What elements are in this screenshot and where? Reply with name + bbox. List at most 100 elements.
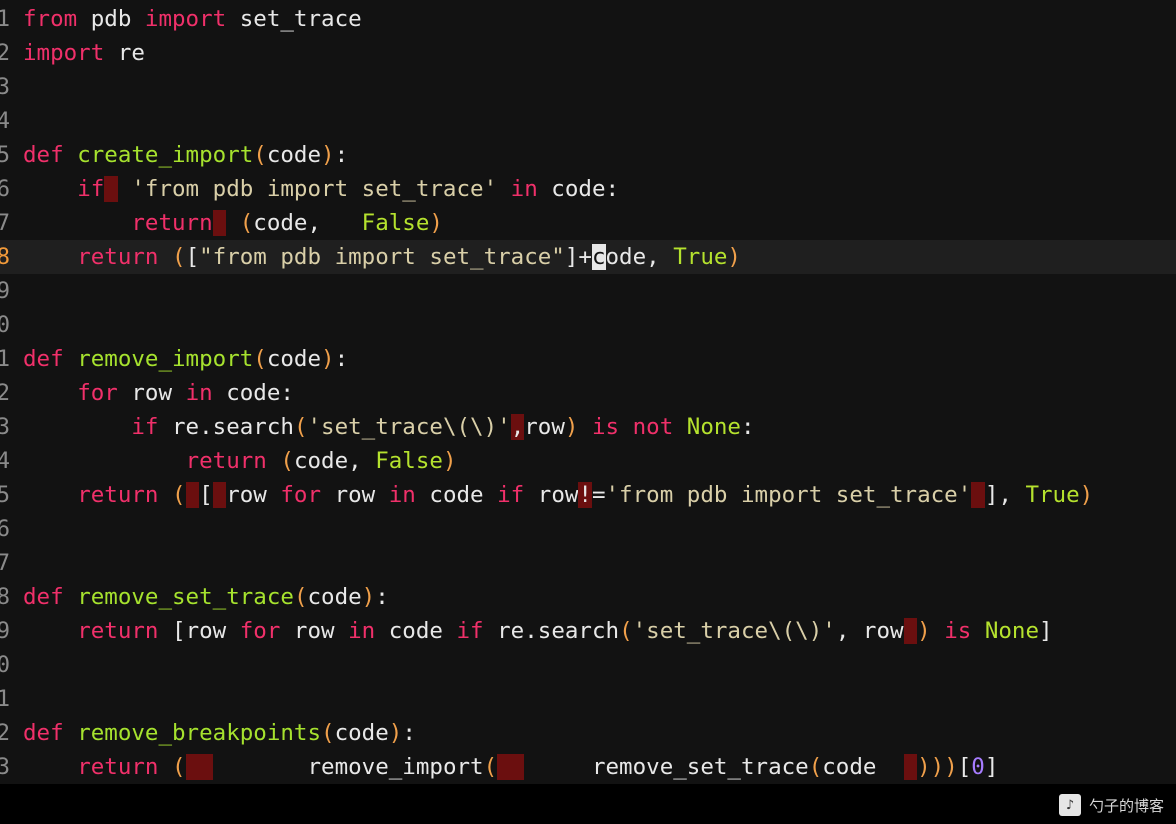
code-token: set_trace (226, 6, 362, 32)
code-token: : (740, 414, 755, 440)
code-line[interactable]: 3 if re.search('set_trace\(\)',row) is n… (0, 410, 1176, 444)
code-token: = (591, 482, 606, 508)
code-token: return (77, 244, 159, 270)
code-token: + (578, 244, 592, 270)
code-line[interactable]: 8 return (["from pdb import set_trace"]+… (0, 240, 1176, 274)
line-code: def remove_set_trace(code): (23, 580, 389, 614)
code-line[interactable]: 3 return ( remove_import( remove_set_tra… (0, 750, 1176, 784)
code-token: True (673, 244, 728, 270)
code-token: remove_breakpoints (77, 720, 322, 746)
code-token: ) (321, 142, 335, 168)
code-token (104, 176, 118, 202)
code-line[interactable]: 1 def remove_import(code): (0, 342, 1176, 376)
code-token: return (77, 618, 159, 644)
code-token: return (77, 482, 159, 508)
code-token: in (388, 482, 416, 508)
code-token: False (361, 210, 430, 236)
code-line[interactable]: 4 return (code, False) (0, 444, 1176, 478)
code-token: re.search (483, 618, 620, 644)
code-line[interactable]: 7 (0, 546, 1176, 580)
code-token: ) (917, 754, 931, 780)
code-line[interactable]: 1 from pdb import set_trace (0, 2, 1176, 36)
code-token: code, (293, 448, 376, 474)
code-editor[interactable]: 1 from pdb import set_trace 2 import re 3 4 5 d… (0, 0, 1176, 784)
code-line[interactable]: 4 (0, 104, 1176, 138)
code-token: def (23, 142, 64, 168)
code-line[interactable]: 2 for row in code: (0, 376, 1176, 410)
line-code: return (["from pdb import set_trace"]+co… (23, 240, 741, 274)
code-token: False (375, 448, 443, 474)
code-token: ode, (605, 244, 674, 270)
code-token: : (334, 142, 349, 168)
code-token: row (280, 618, 349, 644)
line-code: def remove_breakpoints(code): (23, 716, 416, 750)
line-number: 6 (0, 516, 10, 542)
code-line[interactable]: 6 if 'from pdb import set_trace' in code… (0, 172, 1176, 206)
code-token: ( (483, 754, 498, 780)
code-token: def (23, 584, 64, 610)
code-token: ) (429, 210, 443, 236)
code-line[interactable]: 2 import re (0, 36, 1176, 70)
code-line[interactable]: 5 return ( [ row for row in code if row!… (0, 478, 1176, 512)
line-number: 8 (0, 584, 10, 610)
code-token: ( (808, 754, 823, 780)
code-line[interactable]: 3 (0, 70, 1176, 104)
bottom-bar: ♪ 勺子的博客 (0, 784, 1176, 824)
code-token: ] (1039, 618, 1053, 644)
code-line[interactable]: 9 (0, 274, 1176, 308)
code-token: return (185, 448, 267, 474)
code-token: None (984, 618, 1040, 644)
code-token: return (131, 210, 213, 236)
code-token: 0 (971, 754, 985, 780)
code-token: if (456, 618, 484, 644)
code-token (903, 754, 918, 780)
code-line[interactable]: 0 (0, 308, 1176, 342)
line-number: 1 (0, 6, 10, 32)
code-token: ) (944, 754, 958, 780)
code-token: def (23, 346, 64, 372)
line-code: from pdb import set_trace (23, 2, 362, 36)
code-token (212, 482, 227, 508)
code-token: code, (253, 210, 362, 236)
code-token: : (334, 346, 349, 372)
code-token (903, 618, 918, 644)
code-token: 'set_trace\(\)' (307, 414, 511, 440)
code-token: code: (212, 380, 294, 406)
code-token: code (334, 720, 389, 746)
code-line[interactable]: 9 return [row for row in code if re.sear… (0, 614, 1176, 648)
code-token: return (77, 754, 159, 780)
code-token: [ (185, 244, 200, 270)
code-token: ) (361, 584, 376, 610)
code-token: import (23, 40, 105, 66)
code-line[interactable]: 1 (0, 682, 1176, 716)
code-line[interactable]: 5 def create_import(code): (0, 138, 1176, 172)
code-token: remove_import (77, 346, 254, 372)
code-token: c (591, 244, 606, 270)
code-line[interactable]: 2 def remove_breakpoints(code): (0, 716, 1176, 750)
code-token: if (497, 482, 525, 508)
code-token: if (77, 176, 105, 202)
code-line[interactable]: 6 (0, 512, 1176, 546)
code-token: code (307, 584, 362, 610)
line-code: def remove_import(code): (23, 342, 348, 376)
code-token: : (375, 584, 389, 610)
code-token: 'from pdb import set_trace' (131, 176, 498, 202)
code-token: 'set_trace\(\)' (632, 618, 836, 644)
line-number: 0 (0, 652, 10, 678)
code-line[interactable]: 7 return (code, False) (0, 206, 1176, 240)
code-token: ( (172, 244, 186, 270)
code-line[interactable]: 8 def remove_set_trace(code): (0, 580, 1176, 614)
code-token: import (144, 6, 227, 32)
code-line[interactable]: 0 (0, 648, 1176, 682)
line-number: 2 (0, 380, 10, 406)
